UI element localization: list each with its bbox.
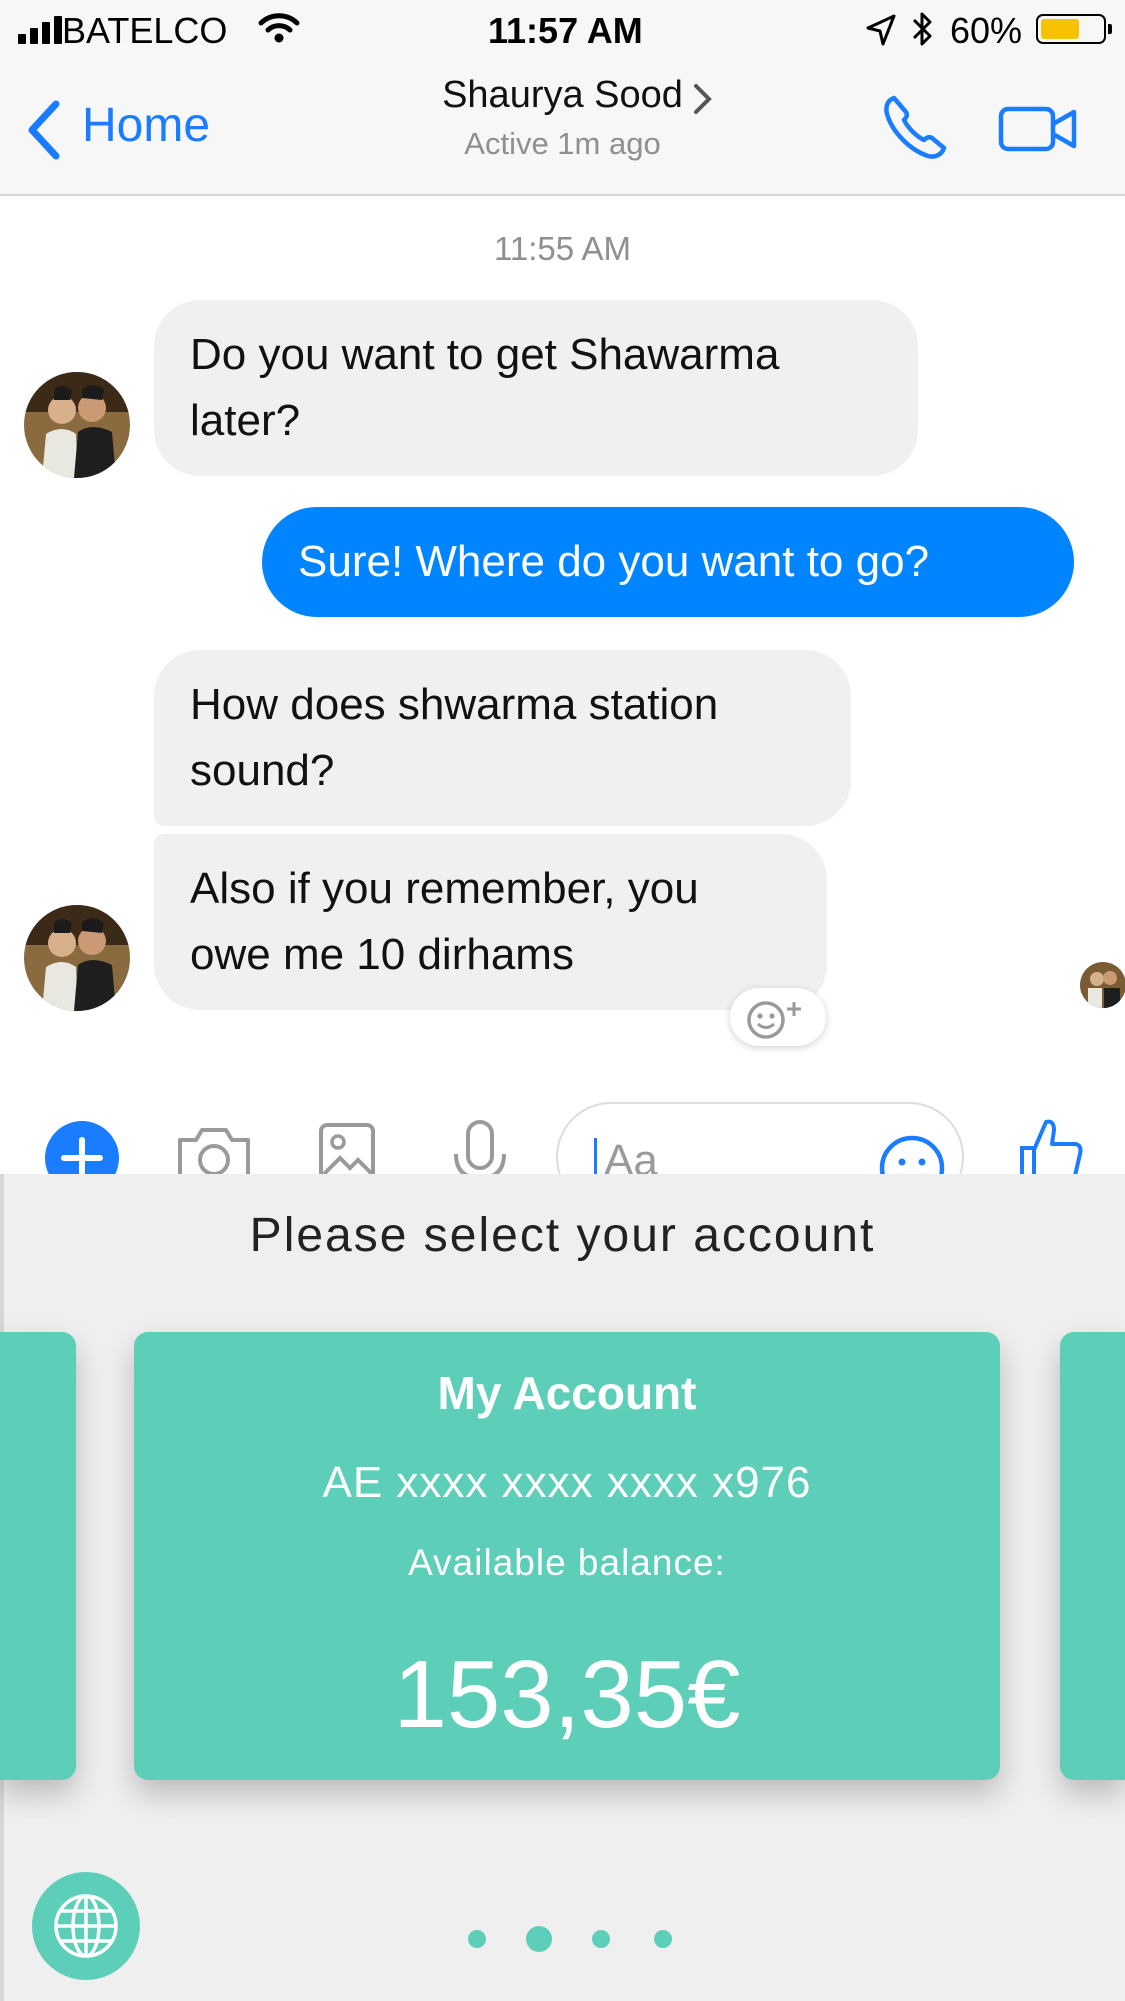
bluetooth-icon [912, 12, 932, 46]
message-timestamp: 11:55 AM [494, 230, 631, 267]
next-account-card[interactable] [1060, 1332, 1125, 1780]
balance-label: Available balance: [408, 1542, 726, 1583]
add-reaction-button[interactable] [730, 988, 826, 1046]
message-line: Do you want to get Shawarma [190, 330, 780, 379]
microphone-icon[interactable] [452, 1120, 508, 1180]
contact-avatar[interactable] [24, 905, 130, 1011]
wifi-icon [258, 13, 300, 43]
contact-avatar[interactable] [24, 372, 130, 478]
page-indicator [464, 1926, 674, 1956]
message-line: sound? [190, 746, 335, 795]
page-dot[interactable] [654, 1930, 672, 1948]
message-line: How does shwarma station [190, 680, 719, 729]
language-button[interactable] [32, 1872, 140, 1980]
page-dot-active[interactable] [526, 1926, 552, 1952]
carrier-label: BATELCO [62, 10, 228, 51]
message-line: Sure! Where do you want to go? [298, 537, 930, 586]
read-receipt-avatar [1080, 962, 1125, 1008]
contact-status: Active 1m ago [464, 126, 661, 161]
clock: 11:57 AM [488, 10, 643, 51]
outgoing-message[interactable]: Sure! Where do you want to go? [262, 507, 1074, 617]
incoming-message[interactable]: Do you want to get Shawarma later? [154, 300, 918, 476]
message-line: later? [190, 396, 301, 445]
account-number: AE xxxx xxxx xxxx x976 [322, 1458, 812, 1507]
globe-icon [54, 1894, 118, 1958]
emoji-icon [747, 1001, 801, 1039]
page-dot[interactable] [592, 1930, 610, 1948]
location-icon [866, 14, 896, 46]
chat-header: Home Shaurya Sood Active 1m ago [0, 60, 1125, 196]
image-icon[interactable] [318, 1122, 376, 1182]
incoming-message[interactable]: Also if you remember, you owe me 10 dirh… [154, 834, 827, 1010]
back-chevron-icon[interactable] [24, 100, 64, 160]
battery-icon [1036, 14, 1112, 44]
account-name: My Account [437, 1367, 697, 1419]
message-line: owe me 10 dirhams [190, 930, 574, 979]
message-line: Also if you remember, you [190, 864, 699, 913]
back-button[interactable]: Home [82, 98, 210, 153]
page-dot[interactable] [468, 1930, 486, 1948]
balance-amount: 153,35€ [393, 1641, 741, 1748]
battery-percent: 60% [950, 10, 1023, 51]
chevron-right-icon[interactable] [692, 82, 714, 116]
sheet-title: Please select your account [249, 1209, 876, 1262]
video-icon[interactable] [998, 104, 1078, 154]
incoming-message[interactable]: How does shwarma station sound? [154, 650, 851, 826]
signal-icon [18, 14, 62, 44]
composer-bar: Aa [0, 1090, 1125, 1212]
status-bar: BATELCO 11:57 AM 60% [0, 0, 1125, 60]
phone-icon[interactable] [882, 94, 950, 162]
previous-account-card[interactable] [0, 1332, 76, 1780]
